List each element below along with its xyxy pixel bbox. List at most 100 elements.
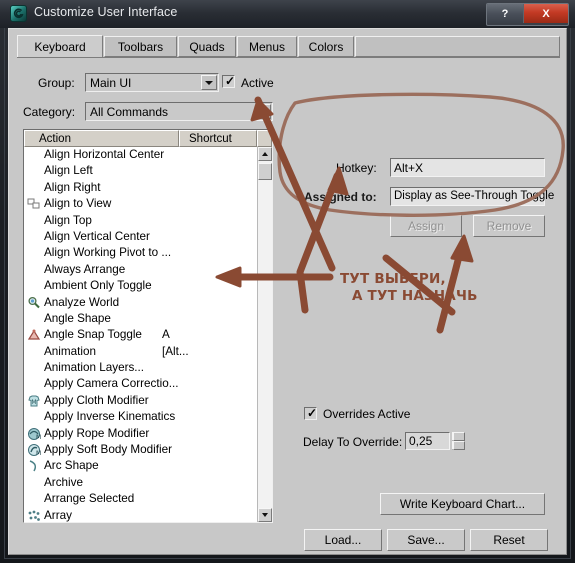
- table-row[interactable]: Animation Layers...: [24, 360, 257, 376]
- assigned-to-field: Display as See-Through Toggle: [390, 187, 554, 206]
- table-row[interactable]: Array: [24, 508, 257, 522]
- action-name: Array: [44, 508, 72, 522]
- row-icon-empty: [27, 148, 41, 162]
- row-icon-empty: [27, 312, 41, 326]
- column-header-shortcut[interactable]: Shortcut: [179, 130, 257, 147]
- table-row[interactable]: Align to View: [24, 196, 257, 212]
- tab-colors[interactable]: Colors: [298, 36, 354, 57]
- rope-modifier-icon: M: [27, 427, 41, 441]
- table-row[interactable]: M Apply Cloth Modifier: [24, 393, 257, 409]
- window-title: Customize User Interface: [34, 5, 178, 19]
- load-button[interactable]: Load...: [304, 529, 382, 551]
- action-name: Animation: [44, 344, 96, 358]
- save-button[interactable]: Save...: [387, 529, 465, 551]
- hotkey-input-value: Alt+X: [394, 161, 424, 175]
- tab-quads[interactable]: Quads: [178, 36, 236, 57]
- row-icon-empty: [27, 181, 41, 195]
- table-row[interactable]: Ambient Only Toggle: [24, 278, 257, 294]
- scroll-up-icon[interactable]: [258, 147, 272, 161]
- table-row[interactable]: Archive: [24, 475, 257, 491]
- tab-keyboard[interactable]: Keyboard: [17, 35, 103, 58]
- window-controls: ? X: [486, 3, 569, 26]
- max-logo-icon: [10, 5, 27, 22]
- chevron-down-icon[interactable]: [201, 75, 217, 90]
- listbox-scrollbar[interactable]: [257, 147, 272, 522]
- action-name: Align Vertical Center: [44, 229, 150, 243]
- table-row[interactable]: Apply Camera Correctio...: [24, 376, 257, 392]
- scrollbar-thumb[interactable]: [258, 163, 272, 180]
- overrides-active-checkbox[interactable]: ✓: [304, 407, 317, 420]
- table-row[interactable]: Angle Shape: [24, 311, 257, 327]
- delay-to-override-label: Delay To Override:: [303, 435, 403, 449]
- tab-toolbars[interactable]: Toolbars: [104, 36, 177, 57]
- action-name: Align to View: [44, 197, 112, 211]
- assign-button[interactable]: Assign: [390, 215, 462, 237]
- write-keyboard-chart-button[interactable]: Write Keyboard Chart...: [380, 493, 545, 515]
- tab-menus[interactable]: Menus: [237, 36, 297, 57]
- table-row[interactable]: Align Right: [24, 180, 257, 196]
- action-name: Align Working Pivot to ...: [44, 246, 172, 260]
- check-icon: ✓: [307, 406, 318, 420]
- action-name: Angle Shape: [44, 311, 111, 325]
- column-header-action[interactable]: Action: [24, 130, 179, 147]
- table-row[interactable]: Align Left: [24, 163, 257, 179]
- table-row[interactable]: Align Working Pivot to ...: [24, 245, 257, 261]
- table-row[interactable]: Arrange Selected: [24, 491, 257, 507]
- remove-button[interactable]: Remove: [473, 215, 545, 237]
- table-row[interactable]: Align Vertical Center: [24, 229, 257, 245]
- table-row[interactable]: M Apply Rope Modifier: [24, 426, 257, 442]
- tab-strip-filler: [355, 36, 560, 57]
- group-dropdown[interactable]: Main UI: [85, 73, 219, 92]
- reset-button[interactable]: Reset: [470, 529, 548, 551]
- commands-listbox[interactable]: Action Shortcut Align Horizontal Center A…: [23, 129, 273, 523]
- chevron-down-icon[interactable]: [255, 104, 271, 119]
- action-name: Analyze World: [44, 295, 120, 309]
- active-checkbox[interactable]: ✓: [222, 75, 235, 88]
- hotkey-input[interactable]: Alt+X: [390, 158, 545, 177]
- column-header-spacer: [257, 130, 272, 147]
- table-row[interactable]: Align Horizontal Center: [24, 147, 257, 163]
- svg-text:M: M: [36, 434, 41, 441]
- close-button[interactable]: X: [524, 4, 568, 23]
- application-window: Customize User Interface ? X Keyboard To…: [0, 0, 575, 563]
- action-name: Archive: [44, 475, 83, 489]
- stepper-up-icon[interactable]: [452, 432, 465, 441]
- table-row[interactable]: Apply Inverse Kinematics: [24, 409, 257, 425]
- group-label: Group:: [38, 76, 75, 90]
- action-name: Align Top: [44, 213, 92, 227]
- row-icon-empty: [27, 230, 41, 244]
- action-name: Arc Shape: [44, 459, 99, 473]
- category-dropdown-value: All Commands: [90, 105, 169, 119]
- table-row[interactable]: Animation [Alt...: [24, 344, 257, 360]
- delay-to-override-input[interactable]: 0,25: [405, 432, 450, 450]
- category-label: Category:: [23, 105, 76, 119]
- align-to-view-icon: [27, 197, 41, 211]
- table-row[interactable]: Angle Snap Toggle A: [24, 327, 257, 343]
- table-row[interactable]: Align Top: [24, 213, 257, 229]
- delay-stepper[interactable]: [452, 432, 465, 450]
- row-icon-empty: [27, 246, 41, 260]
- angle-snap-icon: [27, 328, 41, 342]
- row-icon-empty: [27, 279, 41, 293]
- check-icon: ✓: [225, 74, 236, 88]
- title-bar[interactable]: Customize User Interface ? X: [0, 0, 575, 28]
- listbox-header: Action Shortcut: [24, 130, 272, 147]
- action-name: Ambient Only Toggle: [44, 279, 152, 293]
- action-name: Always Arrange: [44, 262, 126, 276]
- action-name: Apply Soft Body Modifier: [44, 443, 172, 457]
- table-row[interactable]: Arc Shape: [24, 458, 257, 474]
- table-row[interactable]: Analyze World: [24, 295, 257, 311]
- scroll-down-icon[interactable]: [258, 508, 272, 522]
- action-name: Apply Camera Correctio...: [44, 377, 179, 391]
- screenshot-root: Customize User Interface ? X Keyboard To…: [0, 0, 575, 563]
- row-icon-empty: [27, 476, 41, 490]
- table-row[interactable]: M Apply Soft Body Modifier: [24, 442, 257, 458]
- help-button[interactable]: ?: [487, 4, 524, 23]
- action-name: Apply Inverse Kinematics: [44, 410, 176, 424]
- table-row[interactable]: Always Arrange: [24, 262, 257, 278]
- category-dropdown[interactable]: All Commands: [85, 102, 273, 121]
- stepper-down-icon[interactable]: [452, 441, 465, 450]
- action-shortcut: A: [162, 328, 170, 342]
- row-icon-empty: [27, 410, 41, 424]
- svg-text:M: M: [31, 399, 36, 406]
